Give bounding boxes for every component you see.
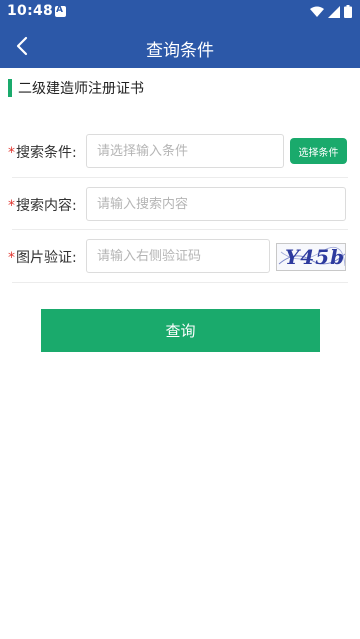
- captcha-label-text: 图片验证:: [16, 250, 77, 266]
- wifi-icon: [310, 6, 324, 17]
- captcha-input[interactable]: [86, 239, 270, 273]
- status-bar: 10:48 A: [0, 0, 360, 24]
- condition-input[interactable]: [86, 134, 284, 168]
- signal-icon: [328, 5, 340, 18]
- section-accent-bar: [8, 79, 12, 97]
- required-mark: *: [8, 145, 15, 161]
- query-button[interactable]: 查询: [41, 309, 320, 352]
- a-icon: A: [55, 5, 66, 17]
- content-label: *搜索内容:: [8, 195, 77, 215]
- content-input[interactable]: [86, 187, 346, 221]
- divider: [12, 229, 348, 230]
- required-mark: *: [8, 250, 15, 266]
- divider: [12, 177, 348, 178]
- captcha-label: *图片验证:: [8, 247, 77, 267]
- condition-label: *搜索条件:: [8, 142, 77, 162]
- captcha-row: *图片验证: Y45b: [8, 239, 348, 273]
- divider: [12, 282, 348, 283]
- captcha-text: Y45b: [285, 245, 346, 269]
- section-header: 二级建造师注册证书: [8, 78, 144, 98]
- required-mark: *: [8, 198, 15, 214]
- condition-row: *搜索条件: 选择条件: [8, 134, 348, 168]
- content-row: *搜索内容:: [8, 187, 348, 221]
- section-title: 二级建造师注册证书: [18, 81, 144, 97]
- status-icons: [310, 5, 352, 18]
- nav-bar: 查询条件: [0, 24, 360, 68]
- content-label-text: 搜索内容:: [16, 198, 77, 214]
- condition-label-text: 搜索条件:: [16, 145, 77, 161]
- page-title: 查询条件: [146, 41, 214, 61]
- battery-icon: [344, 5, 352, 18]
- captcha-image[interactable]: Y45b: [276, 243, 346, 271]
- status-time: 10:48: [7, 3, 54, 19]
- choose-condition-button[interactable]: 选择条件: [290, 138, 347, 164]
